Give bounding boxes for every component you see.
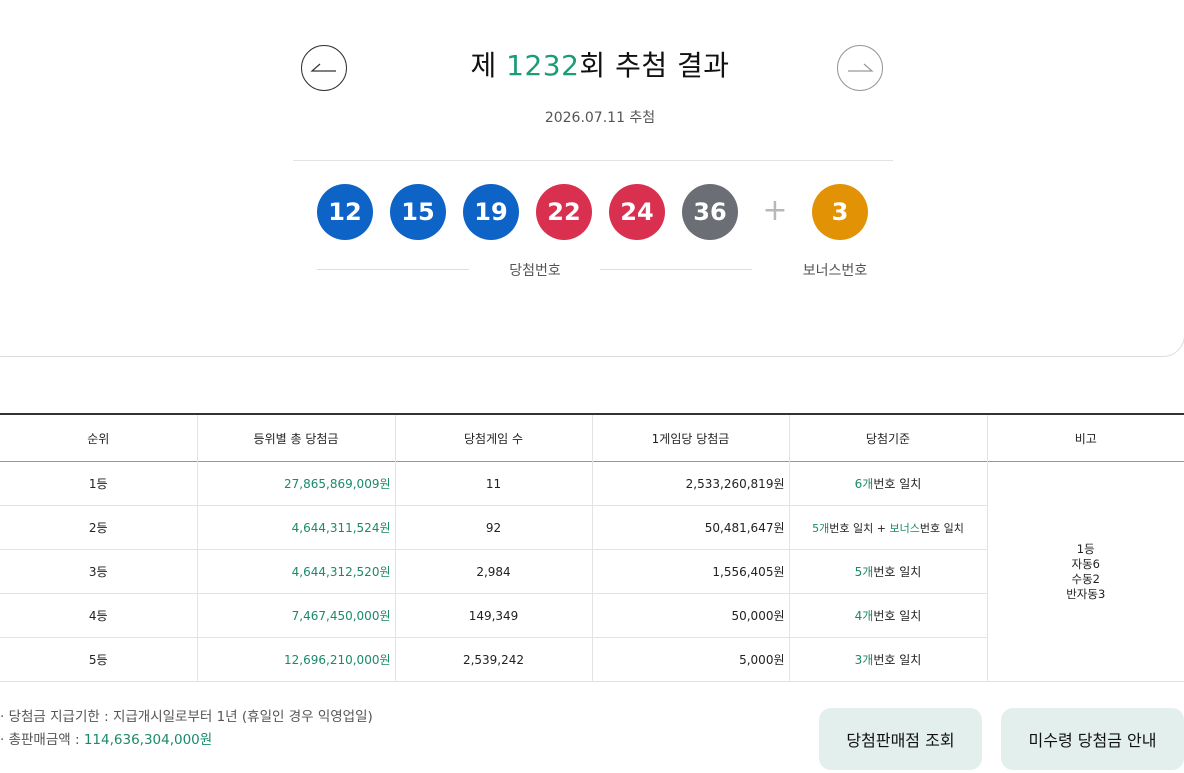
col-header-rank: 순위 bbox=[87, 431, 110, 446]
winning-numbers-label: 당첨번호 bbox=[509, 263, 561, 279]
title-suffix: 회 추첨 결과 bbox=[579, 49, 730, 82]
prev-draw-button[interactable] bbox=[301, 45, 347, 91]
rank-cell: 4등 bbox=[0, 593, 197, 638]
bonus-number-label: 보너스번호 bbox=[802, 263, 868, 279]
match-text: 번호 일치 bbox=[873, 477, 922, 491]
bonus-ball: 3 bbox=[812, 184, 868, 240]
payout-deadline-note: · 당첨금 지급기한 : 지급개시일로부터 1년 (휴일인 경우 익영업일) bbox=[0, 709, 373, 725]
winners-cell: 92 bbox=[394, 505, 592, 550]
criteria-cell: 5개번호 일치 + 보너스번호 일치 bbox=[788, 505, 987, 550]
total-prize-cell: 27,865,869,009원 bbox=[196, 461, 395, 506]
col-header-prize-per-game: 1게임당 당첨금 bbox=[591, 414, 789, 462]
title-prefix: 제 bbox=[470, 49, 507, 82]
rank-cell: 5등 bbox=[0, 637, 197, 682]
remark-line: 자동6 bbox=[1071, 556, 1100, 571]
winners-cell: 2,539,242 bbox=[394, 637, 592, 682]
rank-cell: 1등 bbox=[0, 461, 197, 506]
rank-cell: 3등 bbox=[0, 549, 197, 594]
table-row: 1등 27,865,869,009원 11 2,533,260,819원 6개번… bbox=[0, 461, 1184, 682]
label-divider bbox=[600, 269, 752, 270]
divider bbox=[293, 160, 893, 161]
plus-sign: + bbox=[762, 193, 788, 228]
draw-title: 제 1232회 추첨 결과 bbox=[400, 44, 800, 84]
rank-cell: 2등 bbox=[0, 505, 197, 550]
total-prize-cell: 7,467,450,000원 bbox=[196, 593, 395, 638]
match-text: 번호 일치 + bbox=[829, 521, 890, 535]
winners-cell: 149,349 bbox=[394, 593, 592, 638]
winning-store-lookup-button[interactable]: 당첨판매점 조회 bbox=[819, 708, 982, 770]
col-header-criteria: 당첨기준 bbox=[788, 414, 987, 462]
prize-per-game-cell: 2,533,260,819원 bbox=[591, 461, 789, 506]
bonus-text: 보너스 bbox=[889, 521, 920, 535]
prize-per-game-cell: 5,000원 bbox=[591, 637, 789, 682]
notes: · 당첨금 지급기한 : 지급개시일로부터 1년 (휴일인 경우 익영업일) ·… bbox=[0, 706, 373, 752]
total-sales-note: · 총판매금액 : 114,636,304,000원 bbox=[0, 729, 373, 752]
prize-table: 순위 등위별 총 당첨금 당첨게임 수 1게임당 당첨금 당첨기준 비고 1등 … bbox=[0, 413, 1184, 682]
unclaimed-prize-info-button[interactable]: 미수령 당첨금 안내 bbox=[1001, 708, 1184, 770]
winners-cell: 2,984 bbox=[394, 549, 592, 594]
match-count: 4개 bbox=[854, 609, 874, 623]
col-header-total-prize: 등위별 총 당첨금 bbox=[196, 414, 395, 462]
prize-per-game-cell: 1,556,405원 bbox=[591, 549, 789, 594]
number-ball: 12 bbox=[317, 184, 373, 240]
criteria-cell: 5개번호 일치 bbox=[788, 549, 987, 594]
total-prize-cell: 4,644,312,520원 bbox=[196, 549, 395, 594]
number-ball: 22 bbox=[536, 184, 592, 240]
remark-cell: 1등 자동6 수동2 반자동3 bbox=[986, 461, 1184, 682]
col-header-winners: 당첨게임 수 bbox=[394, 414, 592, 462]
number-ball: 19 bbox=[463, 184, 519, 240]
arrow-left-icon bbox=[310, 63, 336, 72]
total-sales-value: 114,636,304,000원 bbox=[83, 732, 213, 748]
criteria-cell: 4개번호 일치 bbox=[788, 593, 987, 638]
remark-line: 반자동3 bbox=[1066, 586, 1106, 601]
criteria-cell: 3개번호 일치 bbox=[788, 637, 987, 682]
next-draw-button[interactable] bbox=[837, 45, 883, 91]
match-text: 번호 일치 bbox=[873, 565, 922, 579]
match-text: 번호 일치 bbox=[873, 653, 922, 667]
criteria-cell: 6개번호 일치 bbox=[788, 461, 987, 506]
prize-per-game-cell: 50,000원 bbox=[591, 593, 789, 638]
draw-number: 1232 bbox=[506, 49, 580, 82]
label-divider bbox=[317, 269, 469, 270]
col-header-remark: 비고 bbox=[986, 414, 1184, 462]
prize-per-game-cell: 50,481,647원 bbox=[591, 505, 789, 550]
total-prize-cell: 12,696,210,000원 bbox=[196, 637, 395, 682]
number-ball: 15 bbox=[390, 184, 446, 240]
remark-line: 1등 bbox=[1076, 541, 1095, 556]
total-sales-label: · 총판매금액 : bbox=[0, 732, 84, 748]
remark-line: 수동2 bbox=[1071, 571, 1100, 586]
match-count: 6개 bbox=[854, 477, 874, 491]
match-count: 3개 bbox=[854, 653, 874, 667]
winners-cell: 11 bbox=[394, 461, 592, 506]
total-prize-cell: 4,644,311,524원 bbox=[196, 505, 395, 550]
match-text: 번호 일치 bbox=[919, 521, 964, 535]
number-ball: 24 bbox=[609, 184, 665, 240]
match-count: 5개 bbox=[812, 521, 830, 535]
match-count: 5개 bbox=[854, 565, 874, 579]
draw-date: 2026.07.11 추첨 bbox=[544, 110, 656, 126]
number-ball: 36 bbox=[682, 184, 738, 240]
match-text: 번호 일치 bbox=[873, 609, 922, 623]
table-header-row: 순위 등위별 총 당첨금 당첨게임 수 1게임당 당첨금 당첨기준 비고 bbox=[0, 414, 1184, 462]
arrow-right-icon bbox=[848, 63, 874, 72]
